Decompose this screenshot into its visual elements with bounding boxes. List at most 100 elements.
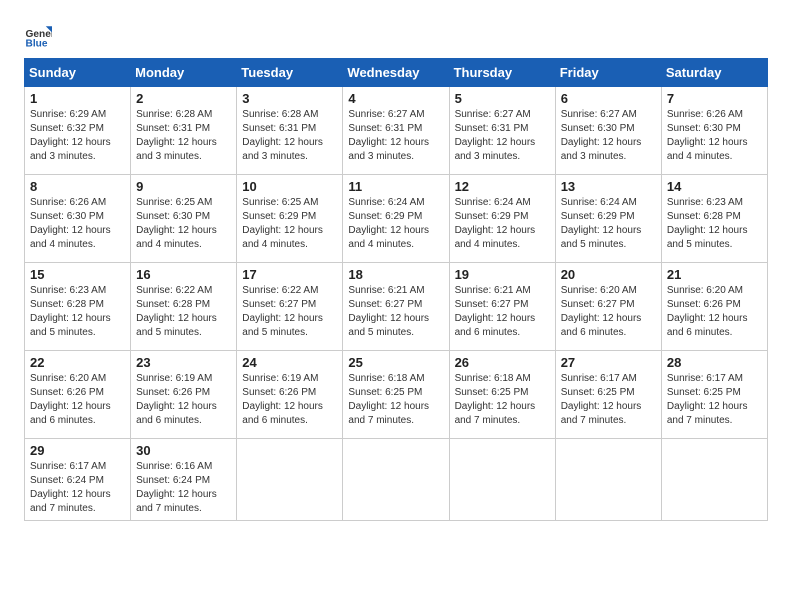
day-sunset: Sunset: 6:29 PM <box>561 211 635 222</box>
day-daylight: Daylight: 12 hours and 4 minutes. <box>348 225 429 250</box>
day-number: 4 <box>348 91 443 106</box>
day-number: 22 <box>30 355 125 370</box>
day-number: 23 <box>136 355 231 370</box>
calendar-day-cell <box>343 439 449 521</box>
day-sunset: Sunset: 6:25 PM <box>348 387 422 398</box>
day-daylight: Daylight: 12 hours and 3 minutes. <box>242 137 323 162</box>
day-sunrise: Sunrise: 6:24 AM <box>561 197 637 208</box>
weekday-header: Sunday <box>25 59 131 87</box>
calendar-day-cell: 9 Sunrise: 6:25 AM Sunset: 6:30 PM Dayli… <box>131 175 237 263</box>
day-number: 25 <box>348 355 443 370</box>
day-sunrise: Sunrise: 6:28 AM <box>136 109 212 120</box>
day-sunrise: Sunrise: 6:17 AM <box>667 373 743 384</box>
calendar-day-cell: 12 Sunrise: 6:24 AM Sunset: 6:29 PM Dayl… <box>449 175 555 263</box>
weekday-header: Thursday <box>449 59 555 87</box>
calendar-day-cell: 20 Sunrise: 6:20 AM Sunset: 6:27 PM Dayl… <box>555 263 661 351</box>
day-sunset: Sunset: 6:26 PM <box>30 387 104 398</box>
day-sunrise: Sunrise: 6:18 AM <box>455 373 531 384</box>
day-sunset: Sunset: 6:27 PM <box>242 299 316 310</box>
day-sunrise: Sunrise: 6:26 AM <box>30 197 106 208</box>
day-number: 28 <box>667 355 762 370</box>
day-sunrise: Sunrise: 6:25 AM <box>136 197 212 208</box>
calendar-day-cell <box>661 439 767 521</box>
calendar-day-cell: 22 Sunrise: 6:20 AM Sunset: 6:26 PM Dayl… <box>25 351 131 439</box>
calendar-day-cell: 2 Sunrise: 6:28 AM Sunset: 6:31 PM Dayli… <box>131 87 237 175</box>
day-daylight: Daylight: 12 hours and 3 minutes. <box>455 137 536 162</box>
weekday-header: Tuesday <box>237 59 343 87</box>
day-daylight: Daylight: 12 hours and 5 minutes. <box>667 225 748 250</box>
day-sunset: Sunset: 6:30 PM <box>30 211 104 222</box>
calendar-day-cell: 18 Sunrise: 6:21 AM Sunset: 6:27 PM Dayl… <box>343 263 449 351</box>
day-sunset: Sunset: 6:25 PM <box>667 387 741 398</box>
day-sunset: Sunset: 6:26 PM <box>136 387 210 398</box>
day-sunset: Sunset: 6:27 PM <box>561 299 635 310</box>
day-sunset: Sunset: 6:30 PM <box>136 211 210 222</box>
day-sunrise: Sunrise: 6:22 AM <box>242 285 318 296</box>
weekday-header: Saturday <box>661 59 767 87</box>
day-daylight: Daylight: 12 hours and 4 minutes. <box>667 137 748 162</box>
day-number: 12 <box>455 179 550 194</box>
day-daylight: Daylight: 12 hours and 7 minutes. <box>455 401 536 426</box>
day-sunrise: Sunrise: 6:21 AM <box>348 285 424 296</box>
day-sunset: Sunset: 6:28 PM <box>667 211 741 222</box>
weekday-header: Monday <box>131 59 237 87</box>
day-sunrise: Sunrise: 6:24 AM <box>455 197 531 208</box>
day-number: 11 <box>348 179 443 194</box>
calendar-day-cell: 10 Sunrise: 6:25 AM Sunset: 6:29 PM Dayl… <box>237 175 343 263</box>
day-daylight: Daylight: 12 hours and 6 minutes. <box>136 401 217 426</box>
calendar-day-cell: 6 Sunrise: 6:27 AM Sunset: 6:30 PM Dayli… <box>555 87 661 175</box>
calendar-week-row: 15 Sunrise: 6:23 AM Sunset: 6:28 PM Dayl… <box>25 263 768 351</box>
day-number: 20 <box>561 267 656 282</box>
day-number: 16 <box>136 267 231 282</box>
day-daylight: Daylight: 12 hours and 7 minutes. <box>348 401 429 426</box>
day-daylight: Daylight: 12 hours and 7 minutes. <box>561 401 642 426</box>
day-daylight: Daylight: 12 hours and 4 minutes. <box>455 225 536 250</box>
day-sunset: Sunset: 6:31 PM <box>348 123 422 134</box>
calendar-day-cell: 28 Sunrise: 6:17 AM Sunset: 6:25 PM Dayl… <box>661 351 767 439</box>
day-number: 21 <box>667 267 762 282</box>
day-sunset: Sunset: 6:27 PM <box>348 299 422 310</box>
day-daylight: Daylight: 12 hours and 4 minutes. <box>30 225 111 250</box>
calendar-day-cell: 15 Sunrise: 6:23 AM Sunset: 6:28 PM Dayl… <box>25 263 131 351</box>
day-daylight: Daylight: 12 hours and 5 minutes. <box>30 313 111 338</box>
day-daylight: Daylight: 12 hours and 7 minutes. <box>667 401 748 426</box>
day-sunset: Sunset: 6:31 PM <box>455 123 529 134</box>
day-number: 9 <box>136 179 231 194</box>
day-daylight: Daylight: 12 hours and 5 minutes. <box>561 225 642 250</box>
day-sunset: Sunset: 6:27 PM <box>455 299 529 310</box>
day-number: 5 <box>455 91 550 106</box>
day-number: 27 <box>561 355 656 370</box>
day-daylight: Daylight: 12 hours and 5 minutes. <box>348 313 429 338</box>
day-sunset: Sunset: 6:26 PM <box>242 387 316 398</box>
calendar-day-cell: 3 Sunrise: 6:28 AM Sunset: 6:31 PM Dayli… <box>237 87 343 175</box>
day-sunset: Sunset: 6:30 PM <box>667 123 741 134</box>
day-daylight: Daylight: 12 hours and 3 minutes. <box>136 137 217 162</box>
calendar-day-cell: 7 Sunrise: 6:26 AM Sunset: 6:30 PM Dayli… <box>661 87 767 175</box>
calendar-day-cell: 4 Sunrise: 6:27 AM Sunset: 6:31 PM Dayli… <box>343 87 449 175</box>
day-sunrise: Sunrise: 6:23 AM <box>667 197 743 208</box>
day-sunrise: Sunrise: 6:17 AM <box>561 373 637 384</box>
day-sunset: Sunset: 6:25 PM <box>455 387 529 398</box>
calendar-day-cell: 29 Sunrise: 6:17 AM Sunset: 6:24 PM Dayl… <box>25 439 131 521</box>
day-sunrise: Sunrise: 6:20 AM <box>561 285 637 296</box>
day-number: 8 <box>30 179 125 194</box>
day-number: 3 <box>242 91 337 106</box>
day-sunset: Sunset: 6:24 PM <box>30 475 104 486</box>
day-sunrise: Sunrise: 6:21 AM <box>455 285 531 296</box>
calendar-day-cell: 13 Sunrise: 6:24 AM Sunset: 6:29 PM Dayl… <box>555 175 661 263</box>
day-sunset: Sunset: 6:32 PM <box>30 123 104 134</box>
day-number: 29 <box>30 443 125 458</box>
calendar-day-cell: 26 Sunrise: 6:18 AM Sunset: 6:25 PM Dayl… <box>449 351 555 439</box>
day-number: 1 <box>30 91 125 106</box>
day-sunrise: Sunrise: 6:19 AM <box>242 373 318 384</box>
day-sunrise: Sunrise: 6:19 AM <box>136 373 212 384</box>
day-daylight: Daylight: 12 hours and 4 minutes. <box>242 225 323 250</box>
day-sunrise: Sunrise: 6:20 AM <box>30 373 106 384</box>
calendar-table: SundayMondayTuesdayWednesdayThursdayFrid… <box>24 58 768 521</box>
calendar-day-cell: 17 Sunrise: 6:22 AM Sunset: 6:27 PM Dayl… <box>237 263 343 351</box>
calendar-week-row: 29 Sunrise: 6:17 AM Sunset: 6:24 PM Dayl… <box>25 439 768 521</box>
day-number: 15 <box>30 267 125 282</box>
calendar-day-cell: 16 Sunrise: 6:22 AM Sunset: 6:28 PM Dayl… <box>131 263 237 351</box>
calendar-day-cell: 5 Sunrise: 6:27 AM Sunset: 6:31 PM Dayli… <box>449 87 555 175</box>
calendar-day-cell: 30 Sunrise: 6:16 AM Sunset: 6:24 PM Dayl… <box>131 439 237 521</box>
